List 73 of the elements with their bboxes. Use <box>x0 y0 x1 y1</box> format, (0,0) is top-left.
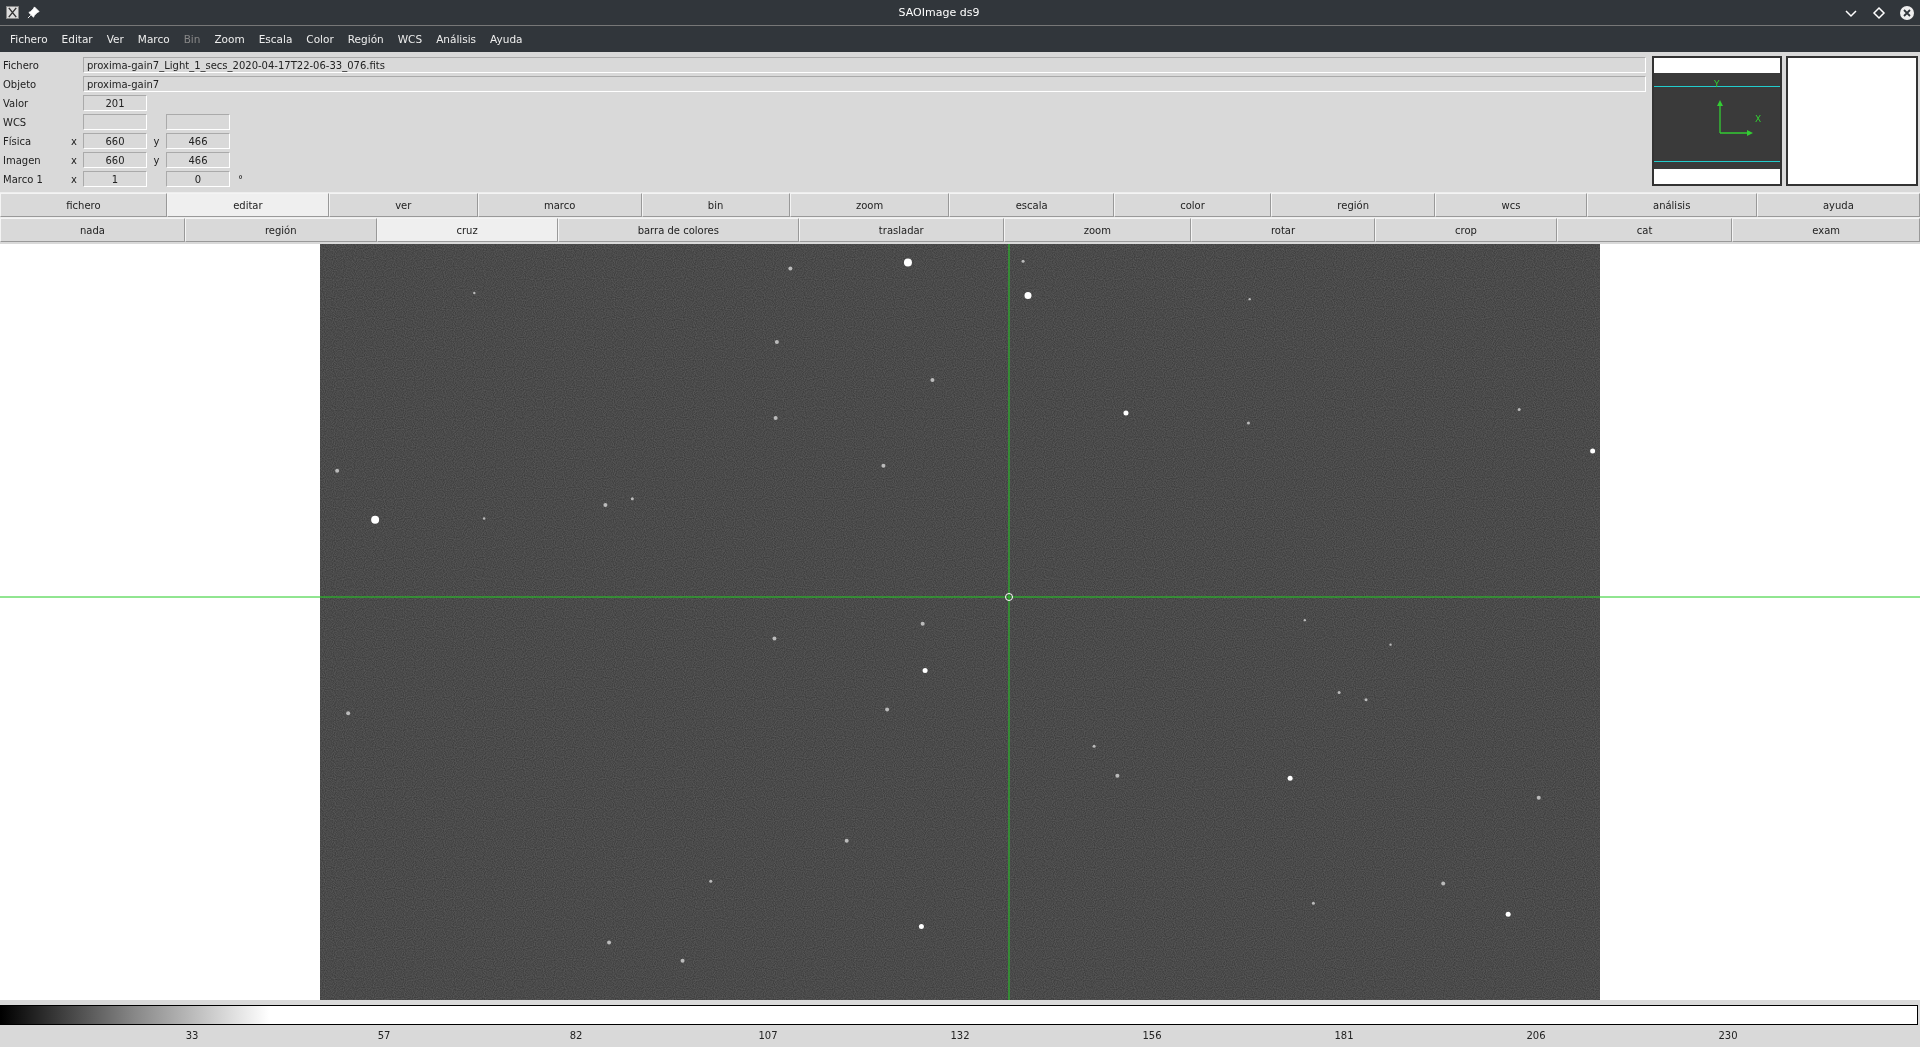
colorbar-tick-label: 33 <box>185 1030 199 1041</box>
toolbar-button[interactable]: zoom <box>789 193 950 217</box>
field-label: Fichero <box>3 59 40 71</box>
colorbar-tick-label: 181 <box>1334 1030 1354 1041</box>
toolbar-button[interactable]: bin <box>641 193 790 217</box>
axis-label: x <box>71 154 77 166</box>
menu-item[interactable]: Editar <box>54 33 100 45</box>
maximize-icon[interactable] <box>1872 5 1886 20</box>
mode-button[interactable]: cat <box>1556 218 1733 242</box>
mode-button[interactable]: crop <box>1375 218 1557 242</box>
axis-label: x <box>71 173 77 185</box>
window-title: SAOImage ds9 <box>897 6 981 19</box>
toolbar-button[interactable]: marco <box>477 193 642 217</box>
value-field <box>83 114 147 130</box>
toolbar-button[interactable]: fichero <box>0 193 167 217</box>
toolbar-button[interactable]: color <box>1113 193 1272 217</box>
toolbar-button[interactable]: ayuda <box>1756 193 1920 217</box>
mode-button[interactable]: zoom <box>1003 218 1191 242</box>
toolbar-button[interactable]: ver <box>328 193 478 217</box>
colorbar-tick-label: 206 <box>1526 1030 1546 1041</box>
value-field <box>166 114 230 130</box>
pin-icon[interactable] <box>27 6 40 19</box>
axis-label: y <box>153 135 160 147</box>
colorbar-tick-label: 156 <box>1142 1030 1162 1041</box>
colorbar-tick-label: 230 <box>1718 1030 1738 1041</box>
menu-item[interactable]: Marco <box>130 33 177 45</box>
value-field: proxima-gain7 <box>83 76 1646 92</box>
menu-item[interactable]: Fichero <box>3 33 55 45</box>
menu-item[interactable]: Región <box>340 33 391 45</box>
menu-item[interactable]: Análisis <box>429 33 484 45</box>
field-label: Física <box>3 135 33 147</box>
value-field: 466 <box>166 152 230 168</box>
menu-item[interactable]: Ayuda <box>483 33 530 45</box>
field-label: Objeto <box>3 78 38 90</box>
toolbar-button[interactable]: editar <box>166 193 329 217</box>
colorbar-tick-label: 107 <box>758 1030 778 1041</box>
mode-button[interactable]: cruz <box>376 218 558 242</box>
unit-label: ° <box>238 173 243 185</box>
mode-button[interactable]: trasladar <box>798 218 1004 242</box>
value-field: 1 <box>83 171 147 187</box>
mode-button[interactable]: rotar <box>1190 218 1376 242</box>
field-label: Imagen <box>3 154 42 166</box>
value-field: 660 <box>83 152 147 168</box>
field-label: Marco 1 <box>3 173 44 185</box>
mode-button[interactable]: barra de colores <box>557 218 799 242</box>
mode-button[interactable]: región <box>184 218 377 242</box>
value-field: proxima-gain7_Light_1_secs_2020-04-17T22-06-33_076.fits <box>83 57 1646 73</box>
axis-label: x <box>71 135 77 147</box>
colorbar-tick-label: 132 <box>950 1030 970 1041</box>
colorbar-tick-label: 82 <box>569 1030 583 1041</box>
value-field: 0 <box>166 171 230 187</box>
colorbar-tick-label: 57 <box>377 1030 391 1041</box>
menu-item[interactable]: Color <box>299 33 341 45</box>
app-logo-icon <box>6 6 19 19</box>
field-label: Valor <box>3 97 30 109</box>
value-field: 201 <box>83 95 147 111</box>
axis-label: y <box>153 154 160 166</box>
close-icon[interactable] <box>1900 5 1914 20</box>
mode-button[interactable]: exam <box>1732 218 1920 242</box>
menu-item[interactable]: Escala <box>251 33 300 45</box>
toolbar-button[interactable]: análisis <box>1586 193 1757 217</box>
mode-button[interactable]: nada <box>0 218 185 242</box>
toolbar-button[interactable]: wcs <box>1435 193 1587 217</box>
value-field: 466 <box>166 133 230 149</box>
menu-item[interactable]: WCS <box>390 33 430 45</box>
toolbar-button[interactable]: región <box>1271 193 1436 217</box>
axis-label: X <box>1755 114 1762 124</box>
toolbar-button[interactable]: escala <box>949 193 1114 217</box>
crosshair-drawing[interactable] <box>0 244 1920 1000</box>
menu-item[interactable]: Ver <box>99 33 131 45</box>
field-label: WCS <box>3 116 28 128</box>
menu-item[interactable]: Zoom <box>207 33 252 45</box>
value-field: 660 <box>83 133 147 149</box>
